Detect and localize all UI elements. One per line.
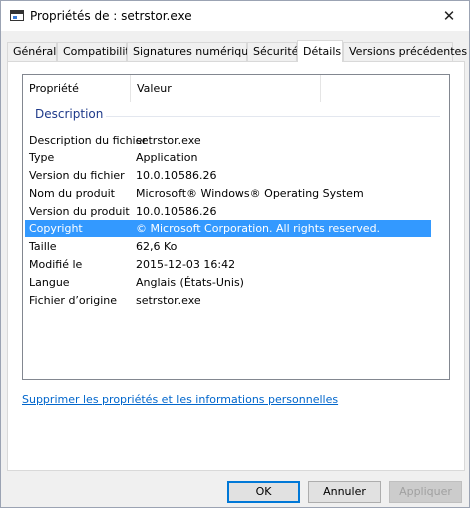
- property-key: Nom du produit: [29, 187, 115, 200]
- property-key: Version du produit: [29, 205, 130, 218]
- details-list[interactable]: Propriété Valeur Description Description…: [22, 74, 450, 380]
- property-value: Anglais (États-Unis): [136, 276, 244, 289]
- property-value: setrstor.exe: [136, 294, 201, 307]
- group-header-description: Description: [35, 107, 104, 121]
- tab-security[interactable]: Sécurité: [247, 42, 298, 61]
- property-key: Langue: [29, 276, 70, 289]
- property-value: 10.0.10586.26: [136, 169, 217, 182]
- list-item[interactable]: Taille 62,6 Ko: [25, 238, 431, 255]
- properties-dialog: Propriétés de : setrstor.exe ✕ Général C…: [0, 0, 470, 508]
- property-value: Microsoft® Windows® Operating System: [136, 187, 364, 200]
- property-key: Type: [29, 151, 55, 164]
- group-divider: [106, 116, 440, 117]
- tab-details[interactable]: Détails: [297, 40, 343, 62]
- property-value: 2015-12-03 16:42: [136, 258, 236, 271]
- cancel-button[interactable]: Annuler: [308, 481, 381, 503]
- list-item[interactable]: Description du fichier setrstor.exe: [25, 132, 431, 149]
- tab-previous-versions[interactable]: Versions précédentes: [343, 42, 467, 61]
- property-key: Version du fichier: [29, 169, 125, 182]
- details-panel: Propriété Valeur Description Description…: [7, 61, 465, 471]
- window-title: Propriétés de : setrstor.exe: [30, 9, 192, 23]
- list-item[interactable]: Version du produit 10.0.10586.26: [25, 203, 431, 220]
- list-item[interactable]: Nom du produit Microsoft® Windows® Opera…: [25, 185, 431, 202]
- property-key: Modifié le: [29, 258, 83, 271]
- list-item[interactable]: Modifié le 2015-12-03 16:42: [25, 256, 431, 273]
- tab-compatibility[interactable]: Compatibilité: [57, 42, 136, 61]
- list-item[interactable]: Type Application: [25, 149, 431, 166]
- list-item[interactable]: Langue Anglais (États-Unis): [25, 274, 431, 291]
- ok-button[interactable]: OK: [227, 481, 300, 503]
- close-button[interactable]: ✕: [439, 6, 459, 26]
- column-header-property[interactable]: Propriété: [23, 75, 131, 102]
- property-key: Description du fichier: [29, 134, 147, 147]
- property-value: 62,6 Ko: [136, 240, 178, 253]
- tab-general[interactable]: Général: [7, 42, 57, 61]
- column-header-empty[interactable]: [321, 75, 431, 102]
- property-value: setrstor.exe: [136, 134, 201, 147]
- list-item-selected[interactable]: Copyright © Microsoft Corporation. All r…: [25, 220, 431, 237]
- title-bar[interactable]: Propriétés de : setrstor.exe ✕: [1, 1, 469, 31]
- window-icon: [10, 10, 24, 21]
- list-item[interactable]: Fichier d’origine setrstor.exe: [25, 292, 431, 309]
- remove-properties-link[interactable]: Supprimer les propriétés et les informat…: [22, 393, 338, 406]
- property-value: © Microsoft Corporation. All rights rese…: [136, 222, 381, 235]
- property-key: Fichier d’origine: [29, 294, 118, 307]
- property-key: Copyright: [29, 222, 83, 235]
- list-header: Propriété Valeur: [23, 75, 449, 102]
- tab-digital-signatures[interactable]: Signatures numériques: [127, 42, 261, 61]
- apply-button[interactable]: Appliquer: [389, 481, 462, 503]
- column-header-value[interactable]: Valeur: [131, 75, 321, 102]
- property-key: Taille: [29, 240, 57, 253]
- list-item[interactable]: Version du fichier 10.0.10586.26: [25, 167, 431, 184]
- property-value: 10.0.10586.26: [136, 205, 217, 218]
- property-value: Application: [136, 151, 198, 164]
